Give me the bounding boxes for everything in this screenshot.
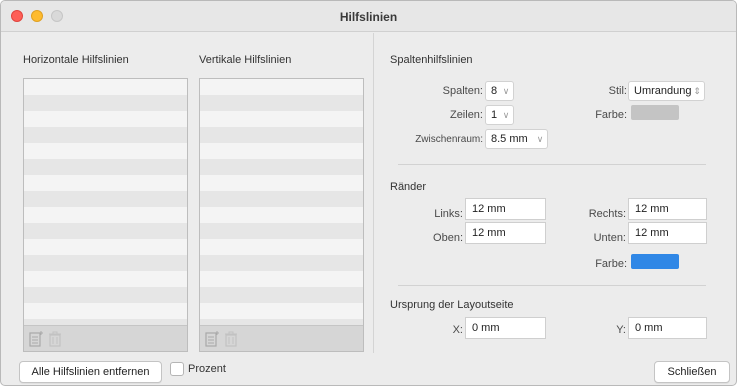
- spalten-select[interactable]: 8 ∨: [485, 81, 514, 101]
- zeilen-select[interactable]: 1 ∨: [485, 105, 514, 125]
- chevron-down-icon: ∨: [502, 86, 510, 96]
- zeilen-label: Zeilen:: [449, 109, 483, 121]
- stil-label: Stil:: [608, 85, 627, 97]
- origin-y-label: Y:: [616, 324, 626, 336]
- guides-dialog: Hilfslinien Horizontale Hilfslinien Vert…: [0, 0, 737, 386]
- spalten-value: 8: [491, 85, 498, 97]
- origin-x-label: X:: [452, 324, 463, 336]
- links-field[interactable]: 12 mm: [465, 198, 546, 220]
- origin-y-field[interactable]: 0 mm: [628, 317, 707, 339]
- zwischenraum-label: Zwischenraum:: [415, 134, 483, 145]
- stil-select[interactable]: Umrandung ⇕: [628, 81, 705, 101]
- column-color-label: Farbe:: [595, 109, 627, 121]
- chevron-down-icon: ∨: [502, 110, 510, 120]
- percent-label: Prozent: [188, 363, 226, 375]
- origin-x-value: 0 mm: [472, 322, 500, 334]
- up-down-chevron-icon: ⇕: [693, 86, 701, 96]
- origin-y-value: 0 mm: [635, 322, 663, 334]
- section-divider: [398, 164, 706, 165]
- add-guide-icon[interactable]: [29, 331, 43, 347]
- stil-value: Umrandung: [634, 85, 692, 97]
- remove-all-guides-button[interactable]: Alle Hilfslinien entfernen: [19, 361, 162, 383]
- horizontal-guides-label: Horizontale Hilfslinien: [23, 54, 129, 66]
- zwischenraum-value: 8.5 mm: [491, 133, 528, 145]
- percent-checkbox[interactable]: [170, 362, 184, 376]
- origin-x-field[interactable]: 0 mm: [465, 317, 546, 339]
- unten-value: 12 mm: [635, 227, 669, 239]
- chevron-down-icon: ∨: [536, 134, 544, 144]
- window-title: Hilfslinien: [339, 10, 398, 24]
- guides-settings-pane: Spaltenhilfslinien Spalten: 8 ∨ Zeilen: …: [375, 33, 736, 353]
- title-bar[interactable]: Hilfslinien: [1, 1, 736, 32]
- rechts-label: Rechts:: [588, 208, 626, 220]
- rechts-value: 12 mm: [635, 203, 669, 215]
- zwischenraum-select[interactable]: 8.5 mm ∨: [485, 129, 548, 149]
- layout-origin-title: Ursprung der Layoutseite: [390, 299, 514, 311]
- unten-label: Unten:: [593, 232, 626, 244]
- column-guides-title: Spaltenhilfslinien: [390, 54, 473, 66]
- zeilen-value: 1: [491, 109, 498, 121]
- rechts-field[interactable]: 12 mm: [628, 198, 707, 220]
- links-label: Links:: [434, 208, 463, 220]
- links-value: 12 mm: [472, 203, 506, 215]
- oben-value: 12 mm: [472, 227, 506, 239]
- column-color-swatch[interactable]: [631, 105, 679, 120]
- vertical-guides-toolbar: [200, 325, 363, 351]
- oben-label: Oben:: [433, 232, 463, 244]
- spalten-label: Spalten:: [442, 85, 483, 97]
- margin-color-swatch[interactable]: [631, 254, 679, 269]
- add-guide-icon[interactable]: [205, 331, 219, 347]
- guides-lists-pane: Horizontale Hilfslinien Vertikale Hilfsl…: [1, 33, 374, 353]
- horizontal-guides-toolbar: [24, 325, 187, 351]
- trash-icon[interactable]: [48, 331, 62, 347]
- oben-field[interactable]: 12 mm: [465, 222, 546, 244]
- close-button[interactable]: Schließen: [654, 361, 730, 383]
- unten-field[interactable]: 12 mm: [628, 222, 707, 244]
- margins-title: Ränder: [390, 181, 427, 193]
- horizontal-guides-list[interactable]: [23, 78, 188, 352]
- section-divider: [398, 285, 706, 286]
- vertical-guides-list[interactable]: [199, 78, 364, 352]
- trash-icon[interactable]: [224, 331, 238, 347]
- vertical-guides-label: Vertikale Hilfslinien: [199, 54, 292, 66]
- margin-color-label: Farbe:: [595, 258, 627, 270]
